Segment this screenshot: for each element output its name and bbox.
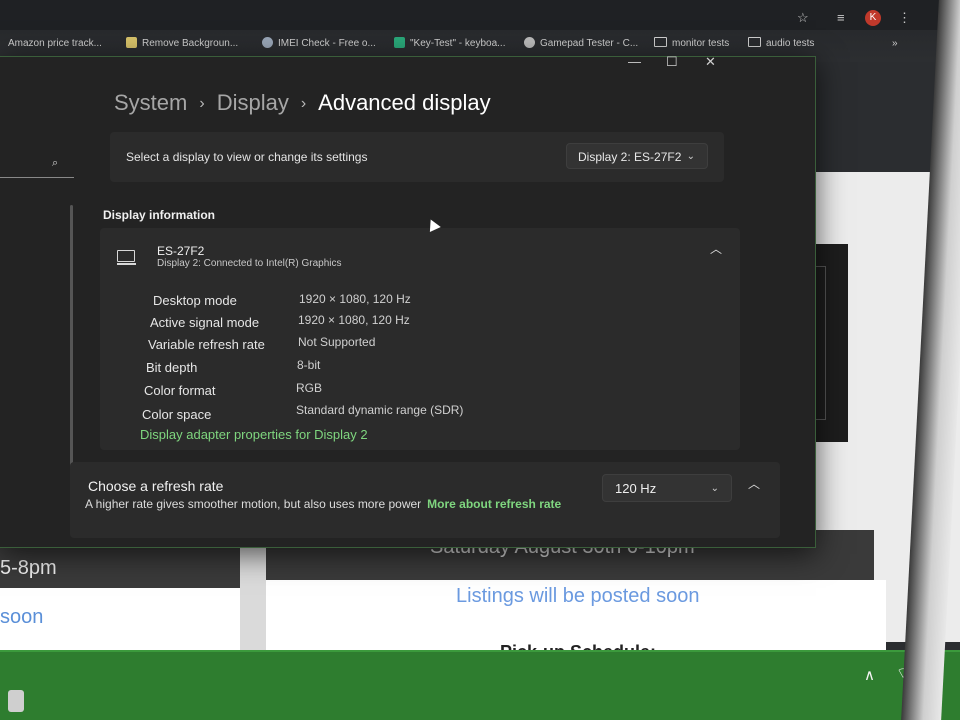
search-icon: ⌕ [52,157,59,169]
display-dropdown-value: Display 2: ES-27F2 [578,150,682,164]
bookmark-label: Amazon price track... [8,38,102,49]
monitor-icon [117,250,135,262]
refresh-rate-desc-text: A higher rate gives smoother motion, but… [85,497,422,511]
bookmark-label: IMEI Check - Free o... [278,38,376,49]
breadcrumb-separator: › [199,95,205,112]
bookmark-label: "Key-Test" - keyboa... [410,38,506,49]
monitor-connection: Display 2: Connected to Intel(R) Graphic… [157,258,342,269]
section-heading: Display information [103,208,216,222]
bookmark-item[interactable]: Gamepad Tester - C... [524,34,638,54]
bookmarks-bar: Amazon price track... Remove Backgroun..… [0,34,960,54]
bookmark-folder[interactable]: monitor tests [654,34,729,54]
favicon-icon [126,37,137,48]
bookmark-item[interactable]: "Key-Test" - keyboa... [394,34,505,54]
breadcrumb-item-system[interactable]: System [114,90,187,115]
bookmark-item[interactable]: Remove Backgroun... [126,34,238,54]
settings-search-input[interactable] [0,151,74,178]
more-bookmarks-button[interactable]: » [892,34,898,54]
tray-overflow-icon[interactable]: ∧ [864,666,875,684]
web-hours-text: 5-8pm [0,557,57,579]
prop-label: Color space [142,407,212,422]
breadcrumb-item-display[interactable]: Display [217,90,289,115]
chevron-up-icon[interactable]: ︿ [710,240,722,257]
breadcrumb-separator: › [300,95,307,112]
prop-label: Active signal mode [150,315,260,330]
more-about-refresh-link[interactable]: More about refresh rate [427,497,561,511]
chevron-down-icon: ⌄ [710,483,719,494]
close-button[interactable]: ✕ [705,54,716,70]
refresh-rate-title: Choose a refresh rate [88,478,224,494]
folder-icon [654,37,667,47]
prop-label: Color format [144,383,216,398]
browser-menu-icon[interactable]: ⋮ [898,10,911,26]
extensions-icon[interactable]: ≡ [837,10,845,25]
bookmark-label: Gamepad Tester - C... [540,38,639,49]
display-dropdown[interactable]: Display 2: ES-27F2 ⌄ [566,143,708,169]
bookmark-folder[interactable]: audio tests [748,34,814,54]
chevron-down-icon: ⌄ [686,151,695,162]
prop-value: RGB [296,381,323,395]
bookmark-item[interactable]: Amazon price track... [8,34,102,54]
prop-label: Bit depth [146,360,198,375]
monitor-name: ES-27F2 [157,244,205,258]
prop-value: 8-bit [297,358,321,372]
web-soon-text: soon [0,606,44,628]
bookmark-label: monitor tests [672,38,730,49]
sidebar-scrollbar[interactable] [70,205,73,480]
web-column-divider [240,530,266,670]
minimize-button[interactable]: — [628,54,641,69]
taskbar-app-icon[interactable] [8,690,24,712]
prop-value: 1920 × 1080, 120 Hz [299,292,411,306]
refresh-rate-dropdown[interactable]: 120 Hz ⌄ [602,474,732,502]
favicon-icon [262,37,273,48]
web-listings-text: Listings will be posted soon [456,585,700,607]
breadcrumb: System › Display › Advanced display [114,90,491,116]
refresh-rate-value: 120 Hz [615,481,657,496]
bookmark-label: Remove Backgroun... [142,38,239,49]
prop-label: Desktop mode [153,293,237,308]
browser-title-bar [0,0,960,30]
taskbar-edge [0,650,960,652]
folder-icon [748,37,761,47]
prop-value: 1920 × 1080, 120 Hz [298,313,410,327]
prop-value: Not Supported [298,335,376,349]
favicon-icon [524,37,535,48]
monitor-stand-icon [117,263,136,265]
display-adapter-link[interactable]: Display adapter properties for Display 2 [140,427,368,442]
favicon-icon [394,37,405,48]
page-title: Advanced display [318,90,491,115]
profile-avatar[interactable]: K [865,10,881,26]
display-select-label: Select a display to view or change its s… [126,150,368,164]
taskbar [0,650,960,720]
bookmark-label: audio tests [766,38,815,49]
bookmark-item[interactable]: IMEI Check - Free o... [262,34,376,54]
chevron-up-icon[interactable]: ︿ [748,475,760,492]
refresh-rate-description: A higher rate gives smoother motion, but… [85,496,605,513]
bookmark-star-icon[interactable]: ☆ [797,10,809,26]
maximize-button[interactable]: ☐ [666,54,678,70]
prop-value: Standard dynamic range (SDR) [296,403,464,417]
prop-label: Variable refresh rate [148,337,265,352]
